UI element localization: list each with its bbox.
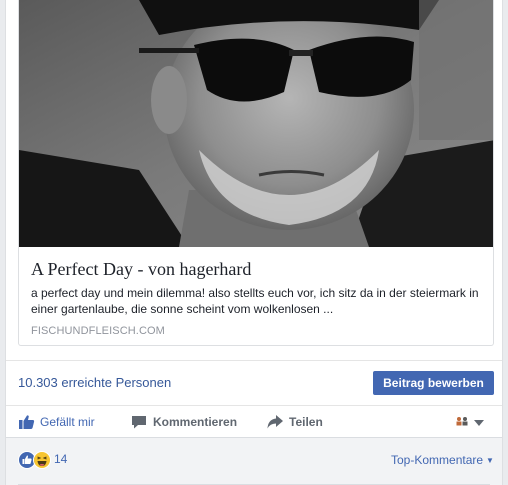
promote-post-button[interactable]: Beitrag bewerben (373, 371, 494, 395)
preview-description: a perfect day und mein dilemma! also ste… (31, 286, 479, 316)
portrait-photo (19, 0, 493, 247)
share-icon (266, 413, 284, 431)
like-button[interactable]: Gefällt mir (18, 413, 95, 431)
reaction-count[interactable]: 14 (54, 452, 67, 466)
thumbs-up-icon (18, 413, 36, 431)
comment-button[interactable]: Kommentieren (130, 413, 237, 431)
caret-down-icon: ▼ (486, 455, 494, 465)
chevron-down-icon (474, 413, 484, 431)
comment-label: Kommentieren (153, 415, 238, 429)
reach-row: 10.303 erreichte Personen Beitrag bewerb… (6, 360, 502, 406)
comment-icon (130, 413, 148, 431)
share-button[interactable]: Teilen (266, 413, 323, 431)
share-label: Teilen (289, 415, 323, 429)
friends-icon (455, 416, 469, 428)
reactions-row: 14 Top-Kommentare ▼ (6, 438, 502, 485)
comment-sort-label: Top-Kommentare (391, 453, 484, 467)
audience-selector[interactable] (455, 415, 491, 429)
reaction-icons[interactable] (18, 451, 51, 469)
preview-title[interactable]: A Perfect Day - von hagerhard (31, 258, 483, 280)
preview-image[interactable] (19, 0, 493, 247)
haha-reaction-icon (33, 451, 51, 469)
comment-sort-selector[interactable]: Top-Kommentare ▼ (391, 453, 494, 467)
link-preview[interactable]: A Perfect Day - von hagerhard a perfect … (18, 0, 494, 346)
actions-row: Gefällt mir Kommentieren Teilen (6, 406, 502, 438)
preview-domain: FISCHUNDFLEISCH.COM (31, 325, 165, 337)
like-label: Gefällt mir (40, 415, 95, 429)
reach-count-link[interactable]: 10.303 erreichte Personen (18, 375, 171, 390)
post-card: A Perfect Day - von hagerhard a perfect … (5, 0, 503, 485)
preview-text: A Perfect Day - von hagerhard a perfect … (19, 247, 493, 345)
